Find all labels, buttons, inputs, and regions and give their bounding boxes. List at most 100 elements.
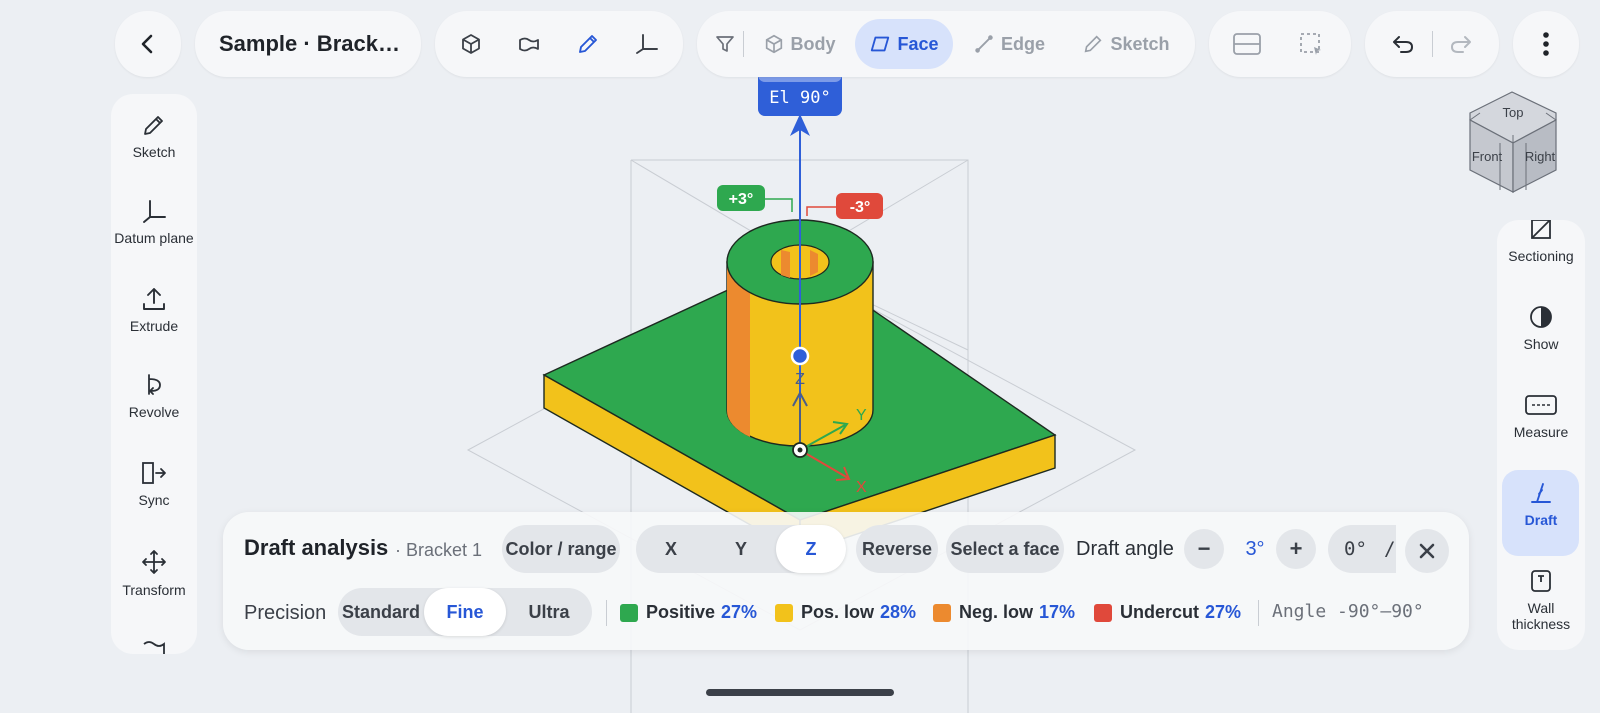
flag-icon[interactable] [142,640,166,654]
filter-body-label: Body [790,33,836,54]
pencil-icon [112,112,196,138]
negative-draft-tag[interactable]: -3° [836,193,883,219]
face-icon [871,36,890,52]
measure-icon [1499,392,1583,418]
negative-draft-label: -3° [850,199,871,216]
tool-extrude[interactable]: Extrude [112,286,196,334]
file-title-chip[interactable]: Sample · Brack… [195,11,421,77]
view-cube-front[interactable]: Front [1472,149,1503,164]
neg-low-swatch [933,603,951,622]
legend-undercut-label: Undercut [1120,602,1200,622]
undo-button[interactable] [1379,20,1427,68]
redo-button[interactable] [1437,20,1485,68]
draft-angle-increment[interactable]: + [1276,529,1316,569]
history-group [1365,11,1499,77]
close-icon [1419,543,1435,559]
wall-thickness-icon [1499,568,1583,594]
precision-label: Precision [244,602,327,624]
sync-icon [112,460,196,486]
undo-icon [1393,36,1413,53]
tool-draft[interactable]: Draft [1499,480,1583,528]
legend-divider [606,600,607,626]
tool-measure-label: Measure [1513,424,1569,440]
reverse-button[interactable]: Reverse [856,525,938,573]
edge-icon [975,35,993,53]
tool-wall-thickness[interactable]: Wall thickness [1499,568,1583,632]
tool-sketch-label: Sketch [132,144,176,160]
view-cube[interactable]: Top Front Right [1469,91,1557,193]
filter-divider [743,31,744,57]
angle-divider [1258,600,1259,626]
color-range-button[interactable]: Color / range [502,525,620,573]
back-button[interactable] [115,11,181,77]
home-indicator[interactable] [706,689,894,696]
x-axis-label: X [856,479,867,496]
tool-sectioning-label: Sectioning [1508,248,1574,264]
view-tools-group [435,11,683,77]
legend-pos-low-label: Pos. low [801,602,875,622]
legend-positive-label: Positive [646,602,716,622]
legend-neg-low-pct: 17% [1039,602,1076,622]
cube-icon [765,34,782,54]
axis-y-option[interactable]: Y [706,525,776,573]
layout-tools-group [1209,11,1351,77]
more-menu-button[interactable] [1513,11,1579,77]
datum-button[interactable] [623,20,671,68]
axis-x-option[interactable]: X [636,525,706,573]
select-face-button[interactable]: Select a face [946,525,1064,573]
tool-transform[interactable]: Transform [112,548,196,598]
redo-icon [1451,36,1471,53]
precision-ultra[interactable]: Ultra [506,588,592,636]
close-panel-button[interactable] [1405,529,1449,573]
draft-angle-value[interactable]: 3° [1232,529,1278,569]
revolve-icon [112,372,196,398]
tool-revolve[interactable]: Revolve [112,372,196,420]
surface-view-button[interactable] [505,20,553,68]
positive-draft-label: +3° [729,191,754,208]
angle-range-readout: Angle -90°–90° [1272,601,1424,622]
tool-sync[interactable]: Sync [112,460,196,508]
legend-positive[interactable]: Positive 27% [620,602,757,623]
split-view-icon [1233,33,1261,55]
body-view-button[interactable] [447,20,495,68]
split-view-button[interactable] [1223,20,1271,68]
panel-subtitle: · Bracket 1 [395,540,483,560]
box-select-button[interactable] [1287,20,1335,68]
filter-button[interactable] [705,20,745,68]
filter-sketch[interactable]: Sketch [1071,20,1181,68]
filter-face[interactable]: Face [855,19,953,69]
tool-datum-plane[interactable]: Datum plane [112,198,196,246]
pencil-icon [1085,35,1102,53]
precision-standard[interactable]: Standard [338,588,424,636]
view-cube-right[interactable]: Right [1525,149,1556,164]
tool-sectioning[interactable]: Sectioning [1499,220,1583,264]
legend-pos-low[interactable]: Pos. low 28% [775,602,916,623]
chevron-left-icon [115,11,181,77]
precision-fine[interactable]: Fine [424,588,506,636]
angle-range-min: 0° [1344,538,1367,560]
tool-sketch[interactable]: Sketch [112,112,196,160]
legend-undercut[interactable]: Undercut 27% [1094,602,1241,623]
pos-low-swatch [775,603,793,622]
tool-revolve-label: Revolve [128,404,180,420]
tool-measure[interactable]: Measure [1499,392,1583,440]
legend-pos-low-pct: 28% [880,602,917,622]
view-cube-top[interactable]: Top [1503,105,1524,120]
pencil-icon [579,35,597,53]
filter-edge[interactable]: Edge [961,20,1057,68]
positive-draft-tag[interactable]: +3° [717,185,765,211]
show-icon [1499,304,1583,330]
angle-range-separator: / [1384,538,1396,560]
sketch-mode-button[interactable] [564,20,612,68]
tool-show[interactable]: Show [1499,304,1583,352]
filter-face-label: Face [897,33,939,54]
history-divider [1432,31,1433,57]
legend-neg-low[interactable]: Neg. low 17% [933,602,1075,623]
draft-angle-decrement[interactable]: − [1184,529,1224,569]
axis-z-option[interactable]: Z [776,525,846,573]
filter-body[interactable]: Body [753,20,845,68]
sectioning-icon [1499,220,1583,242]
angle-range-field[interactable]: 0° / [1328,525,1396,573]
legend-neg-low-label: Neg. low [959,602,1034,622]
filter-sketch-label: Sketch [1110,33,1170,54]
